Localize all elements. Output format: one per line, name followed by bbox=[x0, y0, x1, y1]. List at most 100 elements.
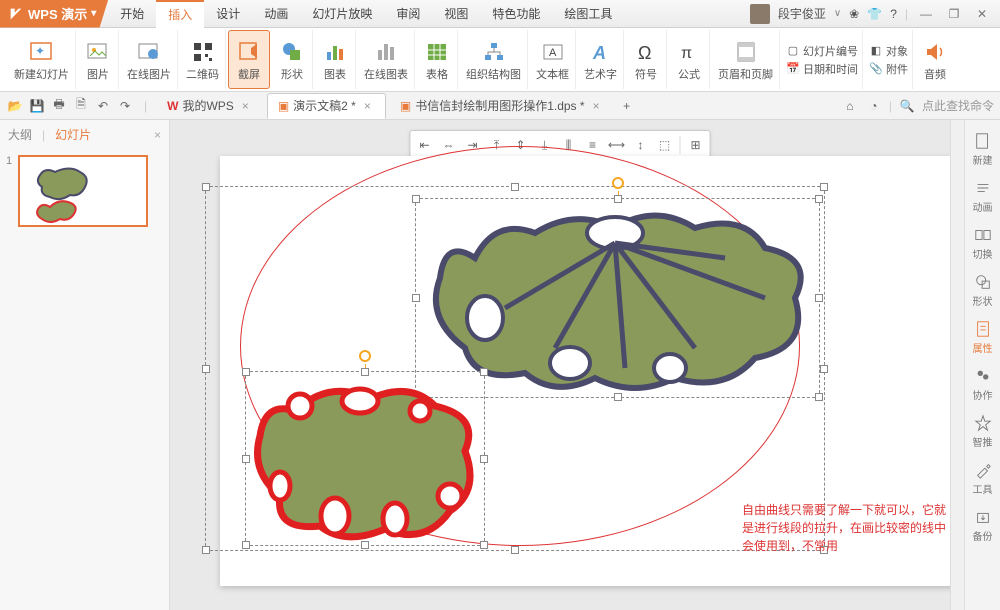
ribbon-table[interactable]: 表格 bbox=[417, 30, 458, 89]
ribbon-object[interactable]: ◧对象 bbox=[869, 43, 908, 59]
menu-tab-view[interactable]: 视图 bbox=[432, 0, 480, 28]
ribbon-wordart[interactable]: A 艺术字 bbox=[578, 30, 624, 89]
ribbon-online-pic[interactable]: 在线图片 bbox=[121, 30, 178, 89]
restore-button[interactable]: ❐ bbox=[944, 7, 964, 21]
rp-props[interactable]: 属性 bbox=[967, 316, 999, 359]
ribbon-attachment[interactable]: 📎附件 bbox=[869, 61, 908, 77]
qat-open-icon[interactable]: 📂 bbox=[6, 97, 24, 115]
rp-anim[interactable]: 动画 bbox=[967, 175, 999, 218]
annotation-line-3: 会使用到，不常用 bbox=[742, 537, 950, 555]
datetime-icon: 📅 bbox=[786, 62, 800, 76]
datetime-label: 日期和时间 bbox=[803, 61, 858, 77]
same-width-button[interactable]: ⟷ bbox=[606, 134, 628, 156]
menu-tab-review[interactable]: 审阅 bbox=[384, 0, 432, 28]
rp-recommend[interactable]: 智推 bbox=[967, 410, 999, 453]
ribbon-shapes[interactable]: 形状 bbox=[272, 30, 313, 89]
rp-backup[interactable]: 备份 bbox=[967, 504, 999, 547]
object-icon: ◧ bbox=[869, 44, 883, 58]
menu-tabs: 开始 插入 设计 动画 幻灯片放映 审阅 视图 特色功能 绘图工具 bbox=[108, 0, 624, 28]
canvas-area[interactable]: ⇤ ⇔ ⇥ ⤒ ⇕ ⤓ ⫼ ≡ ⟷ ↕ ⬚ ⊞ bbox=[170, 120, 950, 610]
freeform-shape-purple[interactable] bbox=[415, 198, 820, 398]
app-dropdown-icon[interactable]: ▾ bbox=[91, 8, 96, 19]
new-tab-button[interactable]: + bbox=[618, 97, 636, 115]
rp-new[interactable]: 新建 bbox=[967, 128, 999, 171]
ribbon-equation[interactable]: π 公式 bbox=[669, 30, 710, 89]
align-left-button[interactable]: ⇤ bbox=[414, 134, 436, 156]
rotation-handle-2[interactable] bbox=[359, 350, 371, 362]
qat-redo-icon[interactable]: ↷ bbox=[116, 97, 134, 115]
rp-collab[interactable]: 协作 bbox=[967, 363, 999, 406]
ribbon-header-footer[interactable]: 页眉和页脚 bbox=[712, 30, 780, 89]
qat-undo-icon[interactable]: ↶ bbox=[94, 97, 112, 115]
online-pic-label: 在线图片 bbox=[127, 66, 171, 82]
new-slide-label: 新建幻灯片 bbox=[14, 66, 69, 82]
doc-tab-1[interactable]: ▣ 演示文稿2 * × bbox=[267, 93, 386, 119]
vertical-scrollbar[interactable] bbox=[950, 120, 964, 610]
object-label: 对象 bbox=[886, 43, 908, 59]
online-chart-icon bbox=[372, 38, 400, 66]
search-hint[interactable]: 点此查找命令 bbox=[922, 97, 994, 114]
presentation-icon: ▣ bbox=[278, 99, 289, 113]
ribbon-picture[interactable]: 图片 bbox=[78, 30, 119, 89]
ribbon-slide-number[interactable]: ▢幻灯片编号 bbox=[786, 43, 858, 59]
menu-tab-slideshow[interactable]: 幻灯片放映 bbox=[300, 0, 384, 28]
tshirt-icon[interactable]: 👕 bbox=[867, 7, 882, 21]
rp-shape[interactable]: 形状 bbox=[967, 269, 999, 312]
home-icon[interactable]: ⌂ bbox=[841, 97, 859, 115]
close-button[interactable]: ✕ bbox=[972, 7, 992, 21]
group-button[interactable]: ⊞ bbox=[685, 134, 707, 156]
rp-tools[interactable]: 工具 bbox=[967, 457, 999, 500]
textbox-label: 文本框 bbox=[536, 66, 569, 82]
ribbon-screenshot[interactable]: 截屏 bbox=[228, 30, 270, 89]
thumbnail[interactable] bbox=[18, 155, 148, 227]
same-size-button[interactable]: ⬚ bbox=[654, 134, 676, 156]
search-icon[interactable]: 🔍 bbox=[898, 97, 916, 115]
skin-icon[interactable]: ❀ bbox=[849, 7, 859, 21]
doc-tab-2[interactable]: ▣ 书信信封绘制用图形操作1.dps * × bbox=[390, 93, 614, 119]
side-tab-outline[interactable]: 大纲 bbox=[8, 126, 32, 143]
chart-icon bbox=[321, 38, 349, 66]
svg-text:π: π bbox=[681, 45, 692, 62]
doc-close-2[interactable]: × bbox=[589, 99, 604, 113]
menu-tab-insert[interactable]: 插入 bbox=[156, 0, 204, 28]
cloud-icon[interactable]: ◔ bbox=[865, 97, 883, 115]
side-tabs: 大纲 | 幻灯片 × bbox=[0, 120, 169, 149]
user-name[interactable]: 段宇俊亚 bbox=[778, 5, 826, 22]
ribbon-chart[interactable]: 图表 bbox=[315, 30, 356, 89]
same-height-button[interactable]: ↕ bbox=[630, 134, 652, 156]
ribbon-textbox[interactable]: A 文本框 bbox=[530, 30, 576, 89]
qat-preview-icon[interactable]: 🗎 bbox=[72, 97, 90, 115]
attachment-label: 附件 bbox=[886, 61, 908, 77]
side-panel-close[interactable]: × bbox=[154, 128, 161, 142]
help-icon[interactable]: ? bbox=[890, 7, 897, 21]
menu-tab-start[interactable]: 开始 bbox=[108, 0, 156, 28]
thumbnail-item[interactable]: 1 bbox=[6, 155, 163, 227]
ribbon-online-chart[interactable]: 在线图表 bbox=[358, 30, 415, 89]
rotation-handle-1[interactable] bbox=[612, 177, 624, 189]
textbox-icon: A bbox=[539, 38, 567, 66]
doc-close-mywps[interactable]: × bbox=[238, 99, 253, 113]
menu-tab-design[interactable]: 设计 bbox=[204, 0, 252, 28]
ribbon-qrcode[interactable]: 二维码 bbox=[180, 30, 226, 89]
side-tab-slides[interactable]: 幻灯片 bbox=[55, 126, 91, 143]
qat-save-icon[interactable]: 💾 bbox=[28, 97, 46, 115]
doc-tab-mywps[interactable]: W 我的WPS × bbox=[157, 93, 263, 119]
qat-print-icon[interactable]: 🖶 bbox=[50, 97, 68, 115]
ribbon-symbol[interactable]: Ω 符号 bbox=[626, 30, 667, 89]
rp-trans[interactable]: 切换 bbox=[967, 222, 999, 265]
thumbnail-preview bbox=[20, 157, 150, 229]
ribbon-orgchart[interactable]: 组织结构图 bbox=[460, 30, 528, 89]
qrcode-icon bbox=[189, 38, 217, 66]
menu-tab-drawtools[interactable]: 绘图工具 bbox=[552, 0, 624, 28]
menu-tab-animation[interactable]: 动画 bbox=[252, 0, 300, 28]
freeform-shape-red[interactable] bbox=[245, 371, 485, 546]
menu-tab-features[interactable]: 特色功能 bbox=[480, 0, 552, 28]
slide-canvas[interactable]: 自由曲线只需要了解一下就可以，它就 是进行线段的拉升，在画比较密的线中 会使用到… bbox=[220, 156, 950, 586]
ribbon-new-slide[interactable]: ✦ 新建幻灯片 bbox=[8, 30, 76, 89]
user-dropdown-icon[interactable]: ∨ bbox=[834, 8, 841, 19]
doc-close-1[interactable]: × bbox=[360, 99, 375, 113]
avatar[interactable] bbox=[750, 4, 770, 24]
minimize-button[interactable]: — bbox=[916, 7, 936, 21]
ribbon-audio[interactable]: 音频 bbox=[915, 30, 955, 89]
ribbon-datetime[interactable]: 📅日期和时间 bbox=[786, 61, 858, 77]
